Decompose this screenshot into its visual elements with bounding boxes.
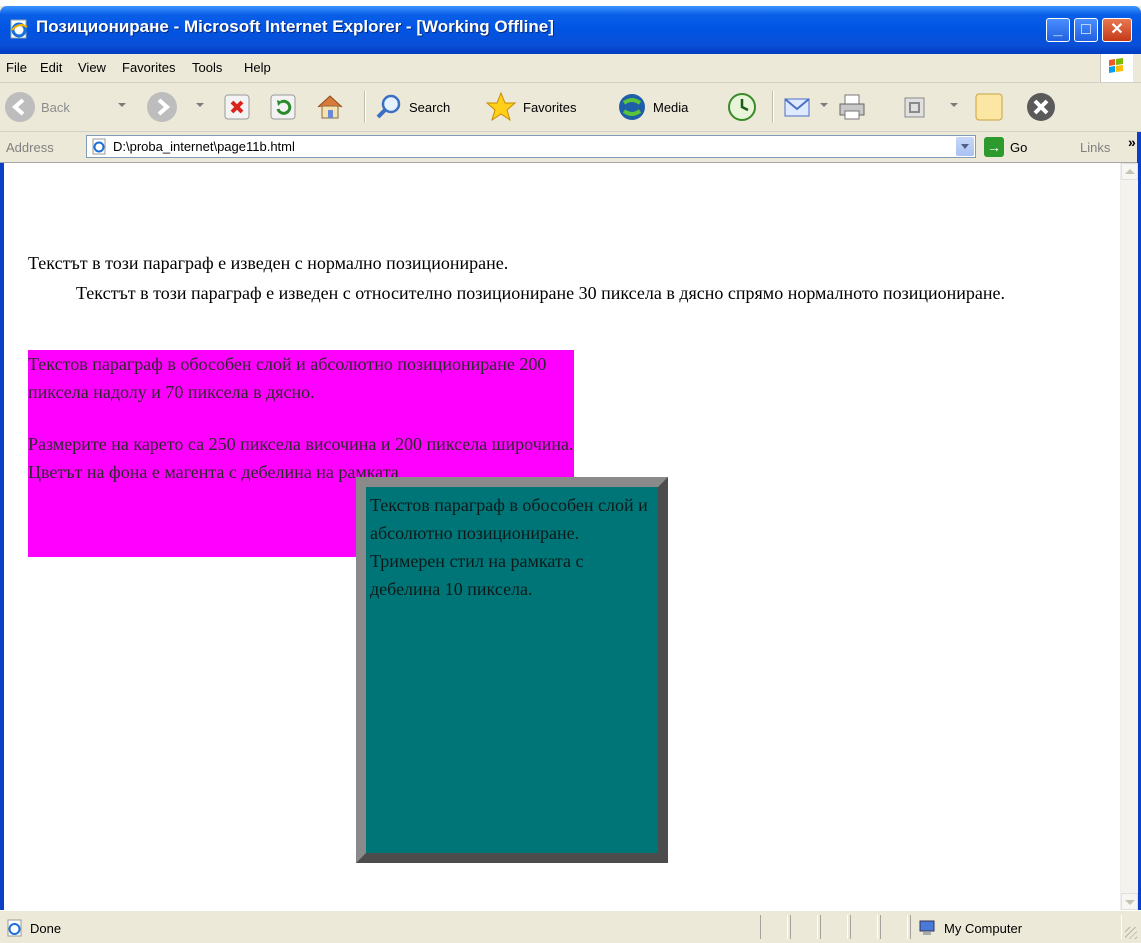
notes-icon — [975, 93, 1003, 121]
ie-window: Позициониране - Microsoft Internet Explo… — [0, 6, 1141, 943]
forward-button[interactable] — [146, 89, 178, 125]
standard-toolbar: Back Search Favorites Media — [0, 83, 1141, 132]
windows-logo-icon — [1100, 54, 1133, 82]
messenger-button[interactable] — [1024, 89, 1058, 125]
menu-edit[interactable]: Edit — [40, 60, 62, 75]
status-panel — [880, 915, 908, 939]
status-panel — [850, 915, 878, 939]
history-icon — [728, 93, 756, 121]
back-label: Back — [41, 99, 70, 115]
go-button[interactable]: → Go — [984, 136, 1027, 158]
mail-dropdown[interactable] — [820, 103, 828, 107]
menu-bar: File Edit View Favorites Tools Help — [0, 54, 1141, 83]
refresh-button[interactable] — [268, 89, 298, 125]
status-panel — [760, 915, 788, 939]
address-bar: Address D:\proba_internet\page11b.html →… — [0, 132, 1141, 163]
links-label[interactable]: Links — [1080, 140, 1110, 155]
minimize-icon: _ — [1053, 21, 1063, 38]
go-label: Go — [1010, 139, 1028, 155]
minimize-button[interactable]: _ — [1046, 18, 1070, 42]
media-label: Media — [653, 99, 689, 115]
relative-paragraph: Текстът в този параграф е изведен с отно… — [76, 283, 1005, 303]
close-icon: ✕ — [1110, 21, 1124, 38]
search-icon — [376, 94, 401, 119]
maximize-button[interactable]: □ — [1074, 18, 1098, 42]
ie-page-icon — [92, 138, 106, 155]
maximize-icon: □ — [1081, 21, 1091, 38]
back-dropdown[interactable] — [118, 103, 126, 107]
my-computer-icon — [919, 920, 935, 935]
stop-icon — [224, 94, 250, 120]
forward-icon — [147, 92, 177, 122]
refresh-icon — [270, 94, 296, 120]
menu-help[interactable]: Help — [244, 60, 271, 75]
edit-icon — [904, 97, 925, 118]
history-button[interactable] — [726, 89, 758, 125]
media-icon — [619, 94, 645, 120]
forward-dropdown[interactable] — [196, 103, 204, 107]
menu-file[interactable]: File — [6, 60, 27, 75]
zone-text: My Computer — [944, 921, 1023, 936]
home-icon — [317, 95, 343, 119]
toolbar-separator — [364, 91, 366, 123]
address-label: Address — [6, 140, 54, 155]
search-button[interactable]: Search — [374, 89, 450, 125]
vertical-scrollbar[interactable] — [1120, 163, 1138, 910]
mail-icon — [784, 98, 810, 117]
status-panel — [820, 915, 848, 939]
address-input[interactable]: D:\proba_internet\page11b.html — [86, 135, 976, 158]
magenta-paragraph-1: Текстов параграф в обособен слой и абсол… — [28, 354, 547, 402]
menu-view[interactable]: View — [78, 60, 106, 75]
search-label: Search — [409, 99, 451, 115]
menu-favorites[interactable]: Favorites — [122, 60, 175, 75]
scroll-down-icon[interactable] — [1121, 893, 1138, 910]
teal-layer: Текстов параграф в обособен слой и абсол… — [356, 477, 668, 863]
resize-grip-icon[interactable] — [1125, 927, 1137, 939]
status-text: Done — [30, 921, 62, 936]
menu-tools[interactable]: Tools — [192, 60, 222, 75]
page-content: Текстът в този параграф е изведен с норм… — [4, 163, 1120, 910]
stop-button[interactable] — [222, 89, 252, 125]
title-bar[interactable]: Позициониране - Microsoft Internet Explo… — [0, 6, 1141, 54]
go-arrow-icon: → — [984, 137, 1004, 157]
messenger-icon — [1027, 93, 1055, 121]
ie-page-icon — [7, 919, 22, 937]
window-title: Позициониране - Microsoft Internet Explo… — [36, 17, 554, 36]
back-icon — [5, 92, 35, 122]
teal-paragraph: Текстов параграф в обособен слой и абсол… — [370, 495, 648, 599]
discuss-button[interactable] — [972, 89, 1006, 125]
print-icon — [839, 94, 865, 120]
edit-button[interactable] — [900, 89, 930, 125]
favorites-label: Favorites — [523, 99, 577, 115]
media-button[interactable]: Media — [616, 89, 688, 125]
scroll-up-icon[interactable] — [1121, 163, 1138, 180]
normal-paragraph: Текстът в този параграф е изведен с норм… — [28, 253, 509, 273]
links-chevron-icon[interactable]: » — [1128, 134, 1136, 150]
home-button[interactable] — [314, 89, 346, 125]
toolbar-separator — [772, 91, 774, 123]
address-dropdown-icon[interactable] — [956, 137, 974, 156]
close-button[interactable]: ✕ — [1102, 18, 1132, 42]
edit-dropdown[interactable] — [950, 103, 958, 107]
status-panel — [790, 915, 818, 939]
mail-button[interactable] — [782, 89, 816, 125]
print-button[interactable] — [836, 89, 870, 125]
ie-page-icon — [10, 19, 28, 39]
favorites-star-icon — [485, 91, 517, 122]
address-value[interactable]: D:\proba_internet\page11b.html — [113, 139, 295, 154]
back-button[interactable]: Back — [4, 89, 70, 125]
favorites-button[interactable]: Favorites — [484, 89, 576, 125]
status-bar: Done My Computer — [0, 910, 1141, 943]
